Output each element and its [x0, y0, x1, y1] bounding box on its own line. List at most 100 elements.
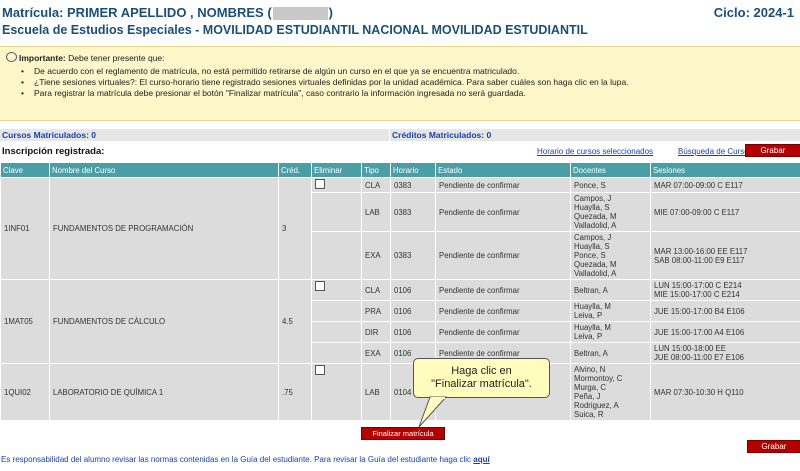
grabar-button-top[interactable]: Grabar — [745, 144, 800, 157]
guia-link[interactable]: aquí — [473, 455, 489, 464]
row-tipo: PRA — [361, 300, 391, 322]
page-header: Matrícula: PRIMER APELLIDO , NOMBRES () … — [0, 0, 800, 44]
course-nombre: FUNDAMENTOS DE PROGRAMACIÓN — [49, 177, 279, 280]
cursos-matriculados: Cursos Matriculados: 0 — [2, 130, 96, 140]
docente-name: Beltran, A — [574, 285, 608, 295]
row-sesiones: MAR 07:30-10:30 H Q110 — [650, 363, 800, 421]
eliminar-cell — [311, 279, 362, 301]
finalizar-matricula-button[interactable]: Finalizar matrícula — [361, 427, 445, 440]
sesion-text: MAR 07:00-09:00 C E117 — [654, 180, 743, 190]
docente-name: Murga, C — [574, 383, 607, 392]
sesion-text: LUN 15:00-18:00 EE — [654, 344, 726, 353]
table-header-row: Clave Nombre del Curso Créd. Eliminar Ti… — [0, 162, 800, 178]
sesion-text: MAR 07:30-10:30 H Q110 — [654, 387, 744, 397]
row-horario: 0106 — [390, 300, 436, 322]
row-docentes: Ponce, S — [570, 177, 651, 193]
notice-item: De acuerdo con el reglamento de matrícul… — [18, 66, 629, 77]
sesion-text: JUE 15:00-17:00 A4 E106 — [654, 327, 745, 337]
row-estado: Pendiente de confirmar — [435, 300, 571, 322]
eliminar-cell — [311, 192, 362, 232]
table-row: 1MAT05 FUNDAMENTOS DE CÁLCULO 4.5 CLA 0106 Pe… — [0, 279, 800, 364]
docente-name: Huaylla, S — [574, 203, 610, 212]
row-sesiones: JUE 15:00-17:00 A4 E106 — [650, 321, 800, 343]
matricula-suffix: ) — [328, 5, 333, 20]
col-clave: Clave — [0, 162, 50, 178]
course-credits: .75 — [278, 363, 312, 421]
eliminar-cell — [311, 363, 362, 421]
row-estado: Pendiente de confirmar — [435, 231, 571, 280]
col-cred: Créd. — [278, 162, 312, 178]
school-name: Escuela de Estudios Especiales - MOVILID… — [2, 23, 588, 37]
important-notice: Importante: Debe tener presente que: De … — [0, 46, 800, 121]
course-clave: 1QUI02 — [0, 363, 50, 421]
row-sesiones: LUN 15:00-18:00 EE JUE 08:00-11:00 E7 E10… — [650, 342, 800, 364]
docente-name: Ponce, S — [574, 180, 606, 190]
horario-cursos-link[interactable]: Horario de cursos seleccionados — [537, 147, 653, 156]
notice-list: De acuerdo con el reglamento de matrícul… — [18, 66, 629, 99]
course-clave: 1INF01 — [0, 177, 50, 280]
docente-name: Rodriguez, A — [574, 401, 619, 410]
eliminar-checkbox[interactable] — [315, 281, 325, 291]
row-tipo: EXA — [361, 231, 391, 280]
docente-name: Peña, J — [574, 392, 601, 401]
col-estado: Estado — [435, 162, 571, 178]
row-sesiones: MAR 07:00-09:00 C E117 — [650, 177, 800, 193]
matricula-prefix: Matrícula: PRIMER APELLIDO , NOMBRES ( — [2, 5, 272, 20]
row-docentes: Beltran, A — [570, 342, 651, 364]
matricula-title: Matrícula: PRIMER APELLIDO , NOMBRES () — [2, 5, 333, 21]
eliminar-cell — [311, 300, 362, 322]
row-tipo: LAB — [361, 192, 391, 232]
notice-item: Para registrar la matrícula debe presion… — [18, 88, 629, 99]
docente-name: Leiva, P — [574, 332, 603, 341]
row-sesiones: MAR 13:00-16:00 EE E117 SAB 08:00-11:00 E… — [650, 231, 800, 280]
course-credits: 4.5 — [278, 279, 312, 364]
course-clave: 1MAT05 — [0, 279, 50, 364]
row-sesiones: MIE 07:00-09:00 C E117 — [650, 192, 800, 232]
docente-name: Valladolid, A — [574, 221, 617, 230]
row-estado: Pendiente de confirmar — [435, 279, 571, 301]
courses-body: 1INF01 FUNDAMENTOS DE PROGRAMACIÓN 3 CLA 038… — [0, 177, 800, 421]
grabar-button-bottom[interactable]: Grabar — [747, 440, 800, 453]
docente-name: Valladolid, A — [574, 269, 617, 278]
row-horario: 0106 — [390, 321, 436, 343]
callout-line1: Haga clic en — [451, 365, 512, 377]
row-tipo: LAB — [361, 363, 391, 421]
docente-name: Huaylla, S — [574, 242, 610, 251]
eliminar-cell — [311, 177, 362, 193]
docente-name: Alvino, N — [574, 365, 606, 374]
sesion-text: MIE 07:00-09:00 C E117 — [654, 207, 740, 217]
eliminar-cell — [311, 231, 362, 280]
docente-name: Suica, R — [574, 410, 604, 419]
row-docentes: Huaylla, M Leiva, P — [570, 300, 651, 322]
docente-name: Huaylla, M — [574, 302, 611, 311]
row-horario: 0383 — [390, 177, 436, 193]
sesion-text: JUE 15:00-17:00 B4 E106 — [654, 306, 745, 316]
docente-name: Quezada, M — [574, 212, 617, 221]
eliminar-checkbox[interactable] — [315, 365, 325, 375]
eliminar-cell — [311, 321, 362, 343]
docente-name: Mormontoy, C — [574, 374, 623, 383]
notice-heading: Importante: Debe tener presente que: — [6, 52, 165, 63]
table-row: 1INF01 FUNDAMENTOS DE PROGRAMACIÓN 3 CLA 038… — [0, 177, 800, 280]
docente-name: Huaylla, M — [574, 323, 611, 332]
col-nombre: Nombre del Curso — [49, 162, 279, 178]
courses-table: Clave Nombre del Curso Créd. Eliminar Ti… — [0, 162, 800, 421]
row-estado: Pendiente de confirmar — [435, 177, 571, 193]
docente-name: Campos, J — [574, 194, 612, 203]
busqueda-cursos-link[interactable]: Búsqueda de Cursos — [678, 147, 753, 156]
row-docentes: Campos, J Huaylla, S Quezada, M Valladolid,… — [570, 192, 651, 232]
magnifier-icon — [6, 52, 17, 62]
creditos-matriculados: Créditos Matriculados: 0 — [392, 130, 492, 140]
row-horario: 0106 — [390, 279, 436, 301]
docente-name: Leiva, P — [574, 311, 603, 320]
row-tipo: EXA — [361, 342, 391, 364]
footer-text: Es responsabilidad del alumno revisar la… — [1, 455, 474, 464]
row-horario: 0383 — [390, 192, 436, 232]
row-docentes: Beltran, A — [570, 279, 651, 301]
eliminar-checkbox[interactable] — [315, 179, 325, 189]
redacted-id — [272, 7, 328, 21]
col-tipo: Tipo — [361, 162, 391, 178]
col-docentes: Docentes — [570, 162, 651, 178]
sesion-text: MIE 15:00-17:00 C E214 — [654, 290, 740, 299]
docente-name: Beltran, A — [574, 348, 608, 358]
